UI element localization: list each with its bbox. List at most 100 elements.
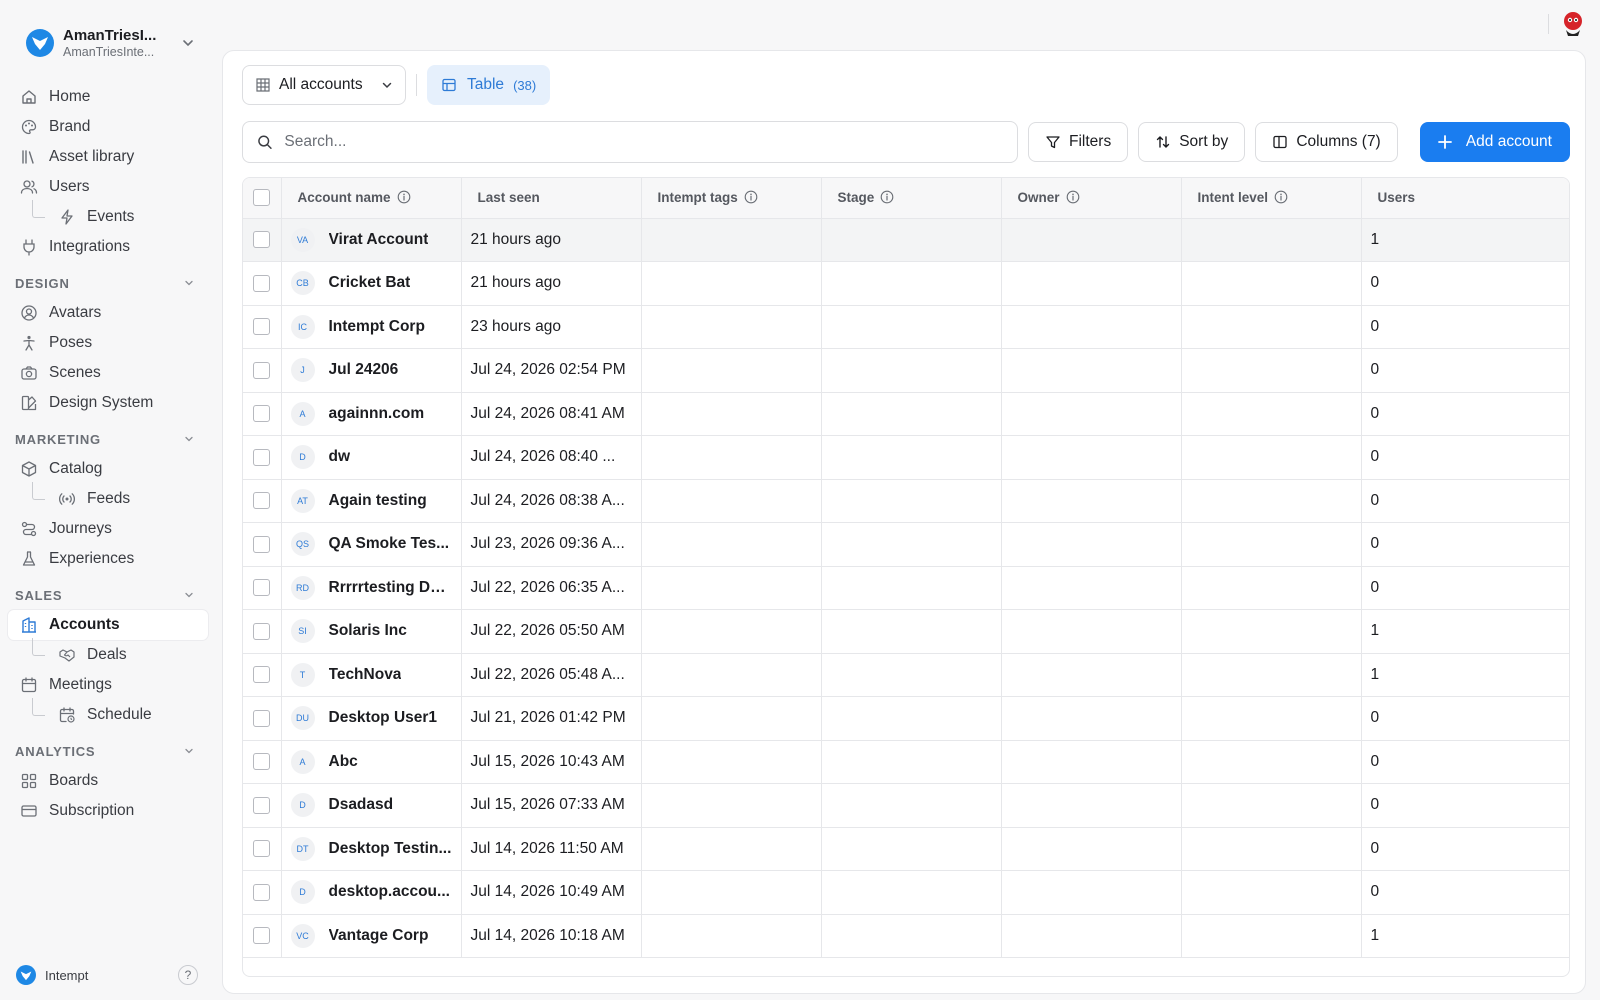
row-checkbox[interactable] [253,448,271,466]
sidebar-item-scenes[interactable]: Scenes [8,358,208,388]
intent-level-cell[interactable] [1181,392,1362,436]
intent-level-cell[interactable] [1181,261,1362,306]
table-row[interactable]: QS QA Smoke Tes... Jul 23, 2026 09:36 A...… [243,522,1569,567]
intent-level-cell[interactable] [1181,435,1362,480]
stage-cell[interactable] [821,653,1002,697]
sidebar-item-avatars[interactable]: Avatars [8,298,208,328]
intempt-tags-cell[interactable] [641,827,822,871]
table-row[interactable]: D Dsadasd Jul 15, 2026 07:33 AM 0 [243,783,1569,828]
sidebar-item-experiences[interactable]: Experiences [8,544,208,574]
intent-level-cell[interactable] [1181,740,1362,784]
stage-cell[interactable] [821,566,1002,610]
owner-cell[interactable] [1001,522,1182,567]
section-header-marketing[interactable]: MARKETING [8,424,208,454]
sidebar-item-poses[interactable]: Poses [8,328,208,358]
account-name-cell[interactable]: J Jul 24206 [281,348,462,393]
owner-cell[interactable] [1001,653,1182,697]
table-row[interactable]: VA Virat Account 21 hours ago 1 [243,218,1569,262]
table-row[interactable]: Ddesktop.accou... Jul 14, 2026 10:49 AM 0 [243,870,1569,915]
account-name-cell[interactable]: DU Desktop User1 [281,696,462,741]
account-name[interactable]: Cricket Bat [329,274,411,292]
account-name-cell[interactable]: SI Solaris Inc [281,609,462,654]
stage-cell[interactable] [821,870,1002,915]
column-header-last-seen[interactable]: Last seen [461,178,642,219]
owner-cell[interactable] [1001,348,1182,393]
table-row[interactable]: SI Solaris Inc Jul 22, 2026 05:50 AM 1 [243,609,1569,654]
table-row[interactable]: J Jul 24206 Jul 24, 2026 02:54 PM 0 [243,348,1569,393]
intent-level-cell[interactable] [1181,696,1362,741]
stage-cell[interactable] [821,740,1002,784]
column-header-intent-level[interactable]: Intent level [1181,178,1362,219]
intent-level-cell[interactable] [1181,522,1362,567]
row-checkbox[interactable] [253,274,271,292]
owner-cell[interactable] [1001,870,1182,915]
intent-level-cell[interactable] [1181,914,1362,958]
intent-level-cell[interactable] [1181,218,1362,262]
table-row[interactable]: DU Desktop User1 Jul 21, 2026 01:42 PM 0 [243,696,1569,741]
stage-cell[interactable] [821,392,1002,436]
account-name[interactable]: Rrrrrtesting De... [329,579,452,597]
owner-cell[interactable] [1001,261,1182,306]
row-checkbox[interactable] [253,318,271,336]
account-name[interactable]: TechNova [329,666,402,684]
stage-cell[interactable] [821,609,1002,654]
account-name[interactable]: Desktop User1 [329,709,438,727]
intent-level-cell[interactable] [1181,305,1362,349]
account-name[interactable]: Again testing [329,492,427,510]
info-icon[interactable] [1066,190,1080,204]
table-row[interactable]: Aagainnn.com Jul 24, 2026 08:41 AM 0 [243,392,1569,436]
table-row[interactable]: VC Vantage Corp Jul 14, 2026 10:18 AM 1 [243,914,1569,958]
workspace-switcher[interactable]: AmanTriesI... AmanTriesInte... [26,24,196,62]
intempt-tags-cell[interactable] [641,653,822,697]
column-header-intempt-tags[interactable]: Intempt tags [641,178,822,219]
intempt-tags-cell[interactable] [641,740,822,784]
sidebar-item-design-system[interactable]: Design System [8,388,208,418]
intent-level-cell[interactable] [1181,783,1362,828]
table-row[interactable]: T TechNova Jul 22, 2026 05:48 A... 1 [243,653,1569,697]
sidebar-item-boards[interactable]: Boards [8,766,208,796]
account-name[interactable]: dw [329,448,351,466]
stage-cell[interactable] [821,522,1002,567]
intempt-tags-cell[interactable] [641,218,822,262]
account-name[interactable]: Jul 24206 [329,361,399,379]
row-checkbox[interactable] [253,492,271,510]
user-avatar-icon[interactable] [1560,10,1586,38]
intempt-tags-cell[interactable] [641,783,822,828]
row-checkbox[interactable] [253,709,271,727]
sidebar-item-asset-library[interactable]: Asset library [8,142,208,172]
account-name[interactable]: desktop.accou... [329,883,450,901]
intempt-tags-cell[interactable] [641,305,822,349]
intent-level-cell[interactable] [1181,653,1362,697]
view-select[interactable]: All accounts [242,65,406,105]
owner-cell[interactable] [1001,914,1182,958]
account-name[interactable]: Virat Account [329,231,429,249]
table-row[interactable]: DT Desktop Testin... Jul 14, 2026 11:50 AM… [243,827,1569,871]
sidebar-item-schedule[interactable]: Schedule [8,698,208,730]
intent-level-cell[interactable] [1181,609,1362,654]
sidebar-item-journeys[interactable]: Journeys [8,514,208,544]
account-name[interactable]: Vantage Corp [329,927,429,945]
info-icon[interactable] [397,190,411,204]
sidebar-item-subscription[interactable]: Subscription [8,796,208,826]
column-header-users[interactable]: Users [1361,178,1569,219]
account-name[interactable]: QA Smoke Tes... [329,535,450,553]
intempt-tags-cell[interactable] [641,566,822,610]
column-header-stage[interactable]: Stage [821,178,1002,219]
intent-level-cell[interactable] [1181,870,1362,915]
intempt-tags-cell[interactable] [641,435,822,480]
stage-cell[interactable] [821,479,1002,523]
stage-cell[interactable] [821,261,1002,306]
sidebar-item-events[interactable]: Events [8,200,208,232]
account-name-cell[interactable]: QS QA Smoke Tes... [281,522,462,567]
row-checkbox[interactable] [253,927,271,945]
info-icon[interactable] [880,190,894,204]
sidebar-item-feeds[interactable]: Feeds [8,482,208,514]
sidebar-item-integrations[interactable]: Integrations [8,232,208,262]
intempt-tags-cell[interactable] [641,261,822,306]
owner-cell[interactable] [1001,305,1182,349]
intempt-tags-cell[interactable] [641,348,822,393]
add-account-button[interactable]: Add account [1419,122,1570,162]
intent-level-cell[interactable] [1181,566,1362,610]
intempt-tags-cell[interactable] [641,870,822,915]
sidebar-item-home[interactable]: Home [8,82,208,112]
